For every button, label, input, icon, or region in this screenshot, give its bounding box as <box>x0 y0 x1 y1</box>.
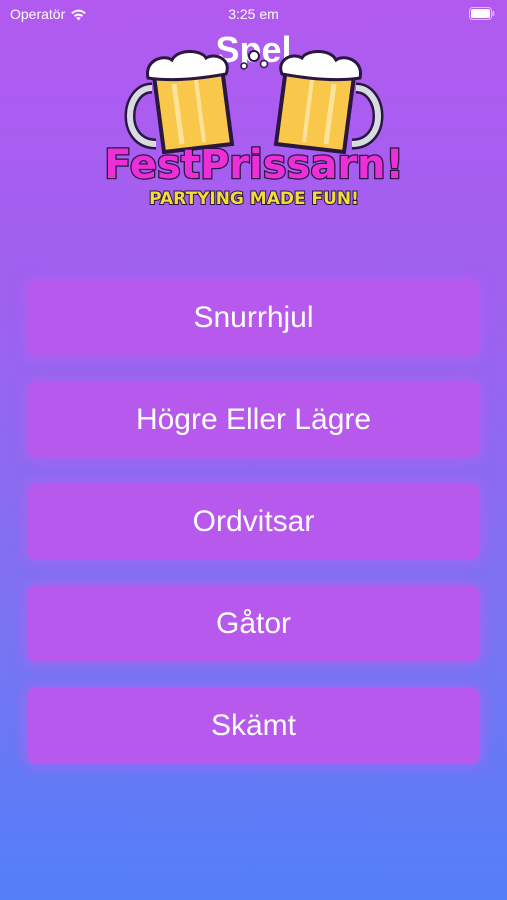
skamt-button[interactable]: Skämt <box>27 688 480 764</box>
game-menu: Snurrhjul Högre Eller Lägre Ordvitsar Gå… <box>27 280 480 790</box>
snurrhjul-button[interactable]: Snurrhjul <box>27 280 480 356</box>
battery-icon <box>469 7 495 20</box>
gator-button[interactable]: Gåtor <box>27 586 480 662</box>
logo-name: FestPrissarn! <box>104 142 404 188</box>
ordvitsar-button[interactable]: Ordvitsar <box>27 484 480 560</box>
status-bar: Operatör 3:25 em <box>0 0 507 28</box>
hogre-eller-lagre-button[interactable]: Högre Eller Lägre <box>27 382 480 458</box>
logo-tagline: PARTYING MADE FUN! <box>149 189 359 209</box>
beer-mugs-logo: FestPrissarn! PARTYING MADE FUN! <box>104 50 404 210</box>
app-logo: FestPrissarn! PARTYING MADE FUN! <box>104 48 404 210</box>
status-time: 3:25 em <box>228 6 279 22</box>
